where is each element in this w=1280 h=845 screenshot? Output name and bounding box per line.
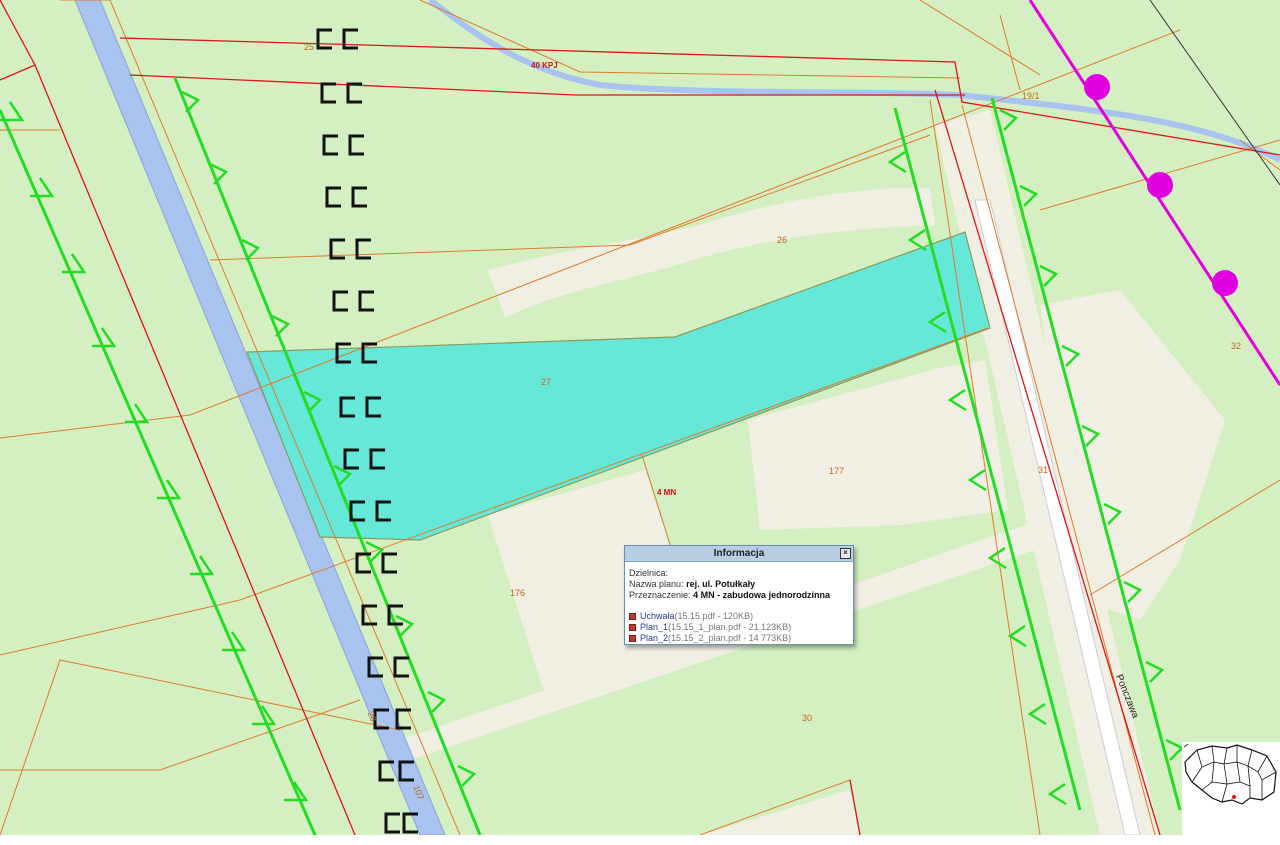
map-layer: 25 26 27 177 176 30 31 32 19/1 20 40 KPJ… [0, 0, 1280, 835]
close-icon[interactable]: × [840, 548, 851, 559]
plan-name-label: Nazwa planu: [629, 579, 684, 589]
magenta-node-icon [1084, 74, 1110, 100]
pdf-file-icon [629, 635, 636, 642]
file-meta-plan-2: (15.15_2_plan.pdf - 14 773KB) [668, 633, 792, 643]
file-meta-uchwala: (15.15.pdf - 120KB) [674, 611, 754, 621]
district-row: Dzielnica: [629, 568, 849, 579]
purpose-value: 4 MN - zabudowa jednorodzinna [693, 590, 831, 600]
file-meta-plan-1: (15.15_1_plan.pdf - 21 123KB) [668, 622, 792, 632]
pdf-file-icon [629, 624, 636, 631]
parcel-label-176: 176 [510, 588, 525, 598]
file-row-plan-1: Plan_1 (15.15_1_plan.pdf - 21 123KB) [629, 622, 849, 633]
popup-body: Dzielnica: Nazwa planu: rej. ul. Potułka… [625, 562, 853, 644]
map-canvas[interactable]: 25 26 27 177 176 30 31 32 19/1 20 40 KPJ… [0, 0, 1280, 835]
parcel-label-26: 26 [777, 235, 787, 245]
district-label: Dzielnica: [629, 568, 669, 578]
minimap-svg [1182, 742, 1280, 835]
popup-titlebar[interactable]: Informacja × [625, 546, 853, 562]
magenta-node-icon [1147, 172, 1173, 198]
file-row-plan-2: Plan_2 (15.15_2_plan.pdf - 14 773KB) [629, 633, 849, 644]
plan-name-value: rej. ul. Potułkały [686, 579, 756, 589]
file-row-uchwala: Uchwała (15.15.pdf - 120KB) [629, 611, 849, 622]
parcel-label-19-1: 19/1 [1022, 91, 1040, 101]
parcel-label-32: 32 [1231, 341, 1241, 351]
plan-name-row: Nazwa planu: rej. ul. Potułkały [629, 579, 849, 590]
zone-label-mn: 4 MN [657, 488, 676, 497]
parcel-label-30: 30 [802, 713, 812, 723]
magenta-node-icon [1212, 270, 1238, 296]
purpose-row: Przeznaczenie: 4 MN - zabudowa jednorodz… [629, 590, 849, 601]
info-popup: Informacja × Dzielnica: Nazwa planu: rej… [624, 545, 854, 645]
popup-title: Informacja [713, 548, 765, 559]
file-link-plan-1[interactable]: Plan_1 [640, 622, 668, 633]
parcel-label-25: 25 [304, 42, 314, 52]
purpose-label: Przeznaczenie: [629, 590, 691, 600]
parcel-label-27: 27 [541, 377, 551, 387]
popup-spacer [629, 601, 849, 611]
file-link-plan-2[interactable]: Plan_2 [640, 633, 668, 644]
zone-label-kpj: 40 KPJ [531, 61, 558, 70]
location-marker-icon [1232, 795, 1236, 799]
overview-minimap[interactable] [1182, 742, 1280, 835]
pdf-file-icon [629, 613, 636, 620]
file-link-uchwala[interactable]: Uchwała [640, 611, 675, 622]
bottom-strip [0, 835, 1280, 845]
parcel-label-177: 177 [829, 466, 844, 476]
parcel-label-31: 31 [1038, 465, 1048, 475]
